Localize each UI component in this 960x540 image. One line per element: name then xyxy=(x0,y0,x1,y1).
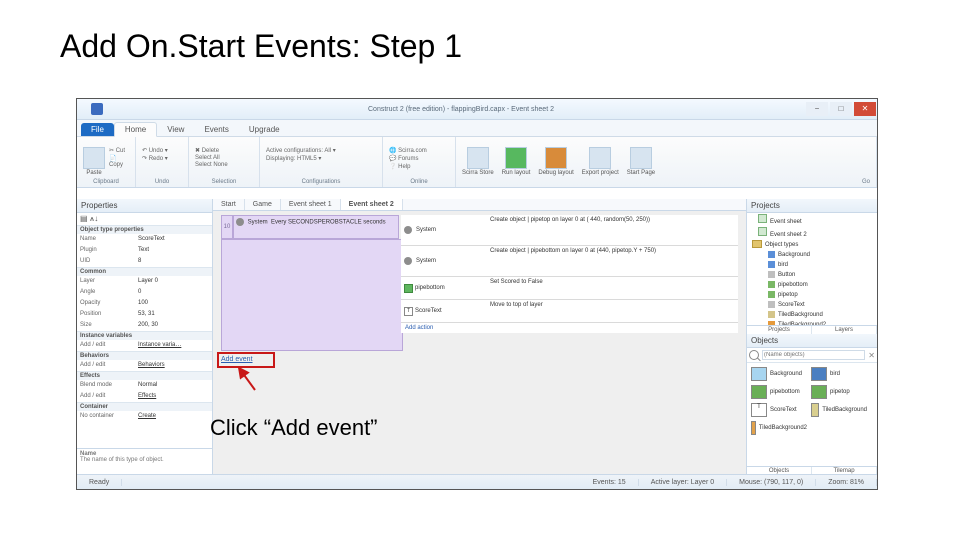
ribbon-tab-upgrade[interactable]: Upgrade xyxy=(239,123,290,136)
event-selected-bg xyxy=(221,239,403,351)
delete-button[interactable]: ✖ Delete xyxy=(195,147,228,154)
export-button[interactable]: Export project xyxy=(582,147,619,176)
text-icon: T xyxy=(404,307,413,316)
undo-button[interactable]: ↶ Undo ▾ xyxy=(142,147,168,154)
pipe-icon xyxy=(404,284,413,293)
clear-icon[interactable]: ✕ xyxy=(868,351,875,360)
help-link[interactable]: ❔ Help xyxy=(389,163,427,170)
export-icon xyxy=(589,147,611,169)
action-row[interactable]: System Create object | pipebottom on lay… xyxy=(401,246,738,277)
add-event-link[interactable]: Add event xyxy=(221,356,253,363)
select-all-button[interactable]: Select All xyxy=(195,155,228,161)
annotation-text: Click “Add event” xyxy=(210,415,378,441)
forums-link[interactable]: 💬 Forums xyxy=(389,155,427,162)
content-area: Properties ▤ ⩚↓ Object type properties N… xyxy=(77,199,877,475)
add-action-link[interactable]: Add action xyxy=(401,323,738,333)
status-bar: Ready Events: 15 Active layer: Layer 0 M… xyxy=(77,474,877,489)
paste-button[interactable]: Paste xyxy=(83,147,105,176)
scirra-store-button[interactable]: Scirra Store xyxy=(462,147,494,176)
right-dock: Projects Event sheet Event sheet 2 Objec… xyxy=(746,199,877,475)
store-icon xyxy=(467,147,489,169)
tab-start[interactable]: Start xyxy=(213,199,245,210)
file-tab[interactable]: File xyxy=(81,123,114,136)
properties-toolbar: ▤ ⩚↓ xyxy=(77,213,212,225)
project-tree[interactable]: Event sheet Event sheet 2 Object types B… xyxy=(747,213,877,325)
ribbon-tab-events[interactable]: Events xyxy=(194,123,238,136)
minimize-button[interactable]: − xyxy=(806,102,828,116)
system-icon xyxy=(236,218,244,226)
system-icon xyxy=(404,226,412,234)
start-page-button[interactable]: Start Page xyxy=(627,147,655,176)
ribbon-tab-view[interactable]: View xyxy=(157,123,194,136)
system-icon xyxy=(404,257,412,265)
tab-eventsheet2[interactable]: Event sheet 2 xyxy=(341,199,403,210)
maximize-button[interactable]: □ xyxy=(830,102,852,116)
paste-icon xyxy=(83,147,105,169)
objects-panel: Objects ✕ Background bird pipebottom pip… xyxy=(747,334,877,475)
bug-icon xyxy=(545,147,567,169)
redo-button[interactable]: ↷ Redo ▾ xyxy=(142,155,168,162)
slide-title: Add On.Start Events: Step 1 xyxy=(60,28,900,65)
properties-header: Properties xyxy=(77,199,212,213)
copy-button[interactable]: 📄 Copy xyxy=(109,155,129,168)
action-row[interactable]: TScoreText Move to top of layer xyxy=(401,300,738,323)
ribbon-tabs: File Home View Events Upgrade xyxy=(77,120,877,137)
properties-panel: Properties ▤ ⩚↓ Object type properties N… xyxy=(77,199,213,475)
titlebar: Construct 2 (free edition) - flappingBir… xyxy=(77,99,877,120)
window-title: Construct 2 (free edition) - flappingBir… xyxy=(117,106,805,113)
action-row[interactable]: System Create object | pipetop on layer … xyxy=(401,215,738,246)
actions-column: System Create object | pipetop on layer … xyxy=(401,215,738,333)
close-button[interactable]: ✕ xyxy=(854,102,876,116)
run-layout-button[interactable]: Run layout xyxy=(502,147,531,176)
play-icon xyxy=(505,147,527,169)
event-condition[interactable]: System Every SECONDSPEROBSTACLE seconds xyxy=(233,215,399,239)
document-tabs: Start Game Event sheet 1 Event sheet 2 xyxy=(213,199,746,211)
debug-layout-button[interactable]: Debug layout xyxy=(538,147,573,176)
action-row[interactable]: pipebottom Set Scored to False xyxy=(401,277,738,300)
scirra-link[interactable]: 🌐 Scirra.com xyxy=(389,147,427,154)
tab-game[interactable]: Game xyxy=(245,199,281,210)
object-filter-input[interactable] xyxy=(762,350,865,360)
project-panel-tabs[interactable]: ProjectsLayers xyxy=(747,325,877,334)
window-chrome: Construct 2 (free edition) - flappingBir… xyxy=(77,99,877,199)
home-icon xyxy=(630,147,652,169)
property-help: Name The name of this type of object. xyxy=(77,448,212,475)
displaying-row[interactable]: Displaying: HTML5 ▾ xyxy=(266,155,336,162)
tab-eventsheet1[interactable]: Event sheet 1 xyxy=(281,199,341,210)
projects-header: Projects xyxy=(747,199,877,213)
annotation-arrow xyxy=(235,366,263,392)
app-logo-icon xyxy=(91,103,103,115)
objects-list[interactable]: Background bird pipebottom pipetop TScor… xyxy=(747,363,877,466)
active-config-row[interactable]: Active configurations: All ▾ xyxy=(266,147,336,154)
select-none-button[interactable]: Select None xyxy=(195,162,228,168)
objects-header: Objects xyxy=(747,334,877,348)
ribbon: Paste ✂ Cut 📄 Copy Clipboard ↶ Undo ▾ ↷ … xyxy=(77,137,877,188)
property-grid[interactable]: Object type properties NameScoreText Plu… xyxy=(77,225,212,448)
search-icon xyxy=(749,350,759,360)
ribbon-tab-home[interactable]: Home xyxy=(114,122,157,137)
app-screenshot: Construct 2 (free edition) - flappingBir… xyxy=(76,98,878,490)
cut-button[interactable]: ✂ Cut xyxy=(109,147,129,154)
